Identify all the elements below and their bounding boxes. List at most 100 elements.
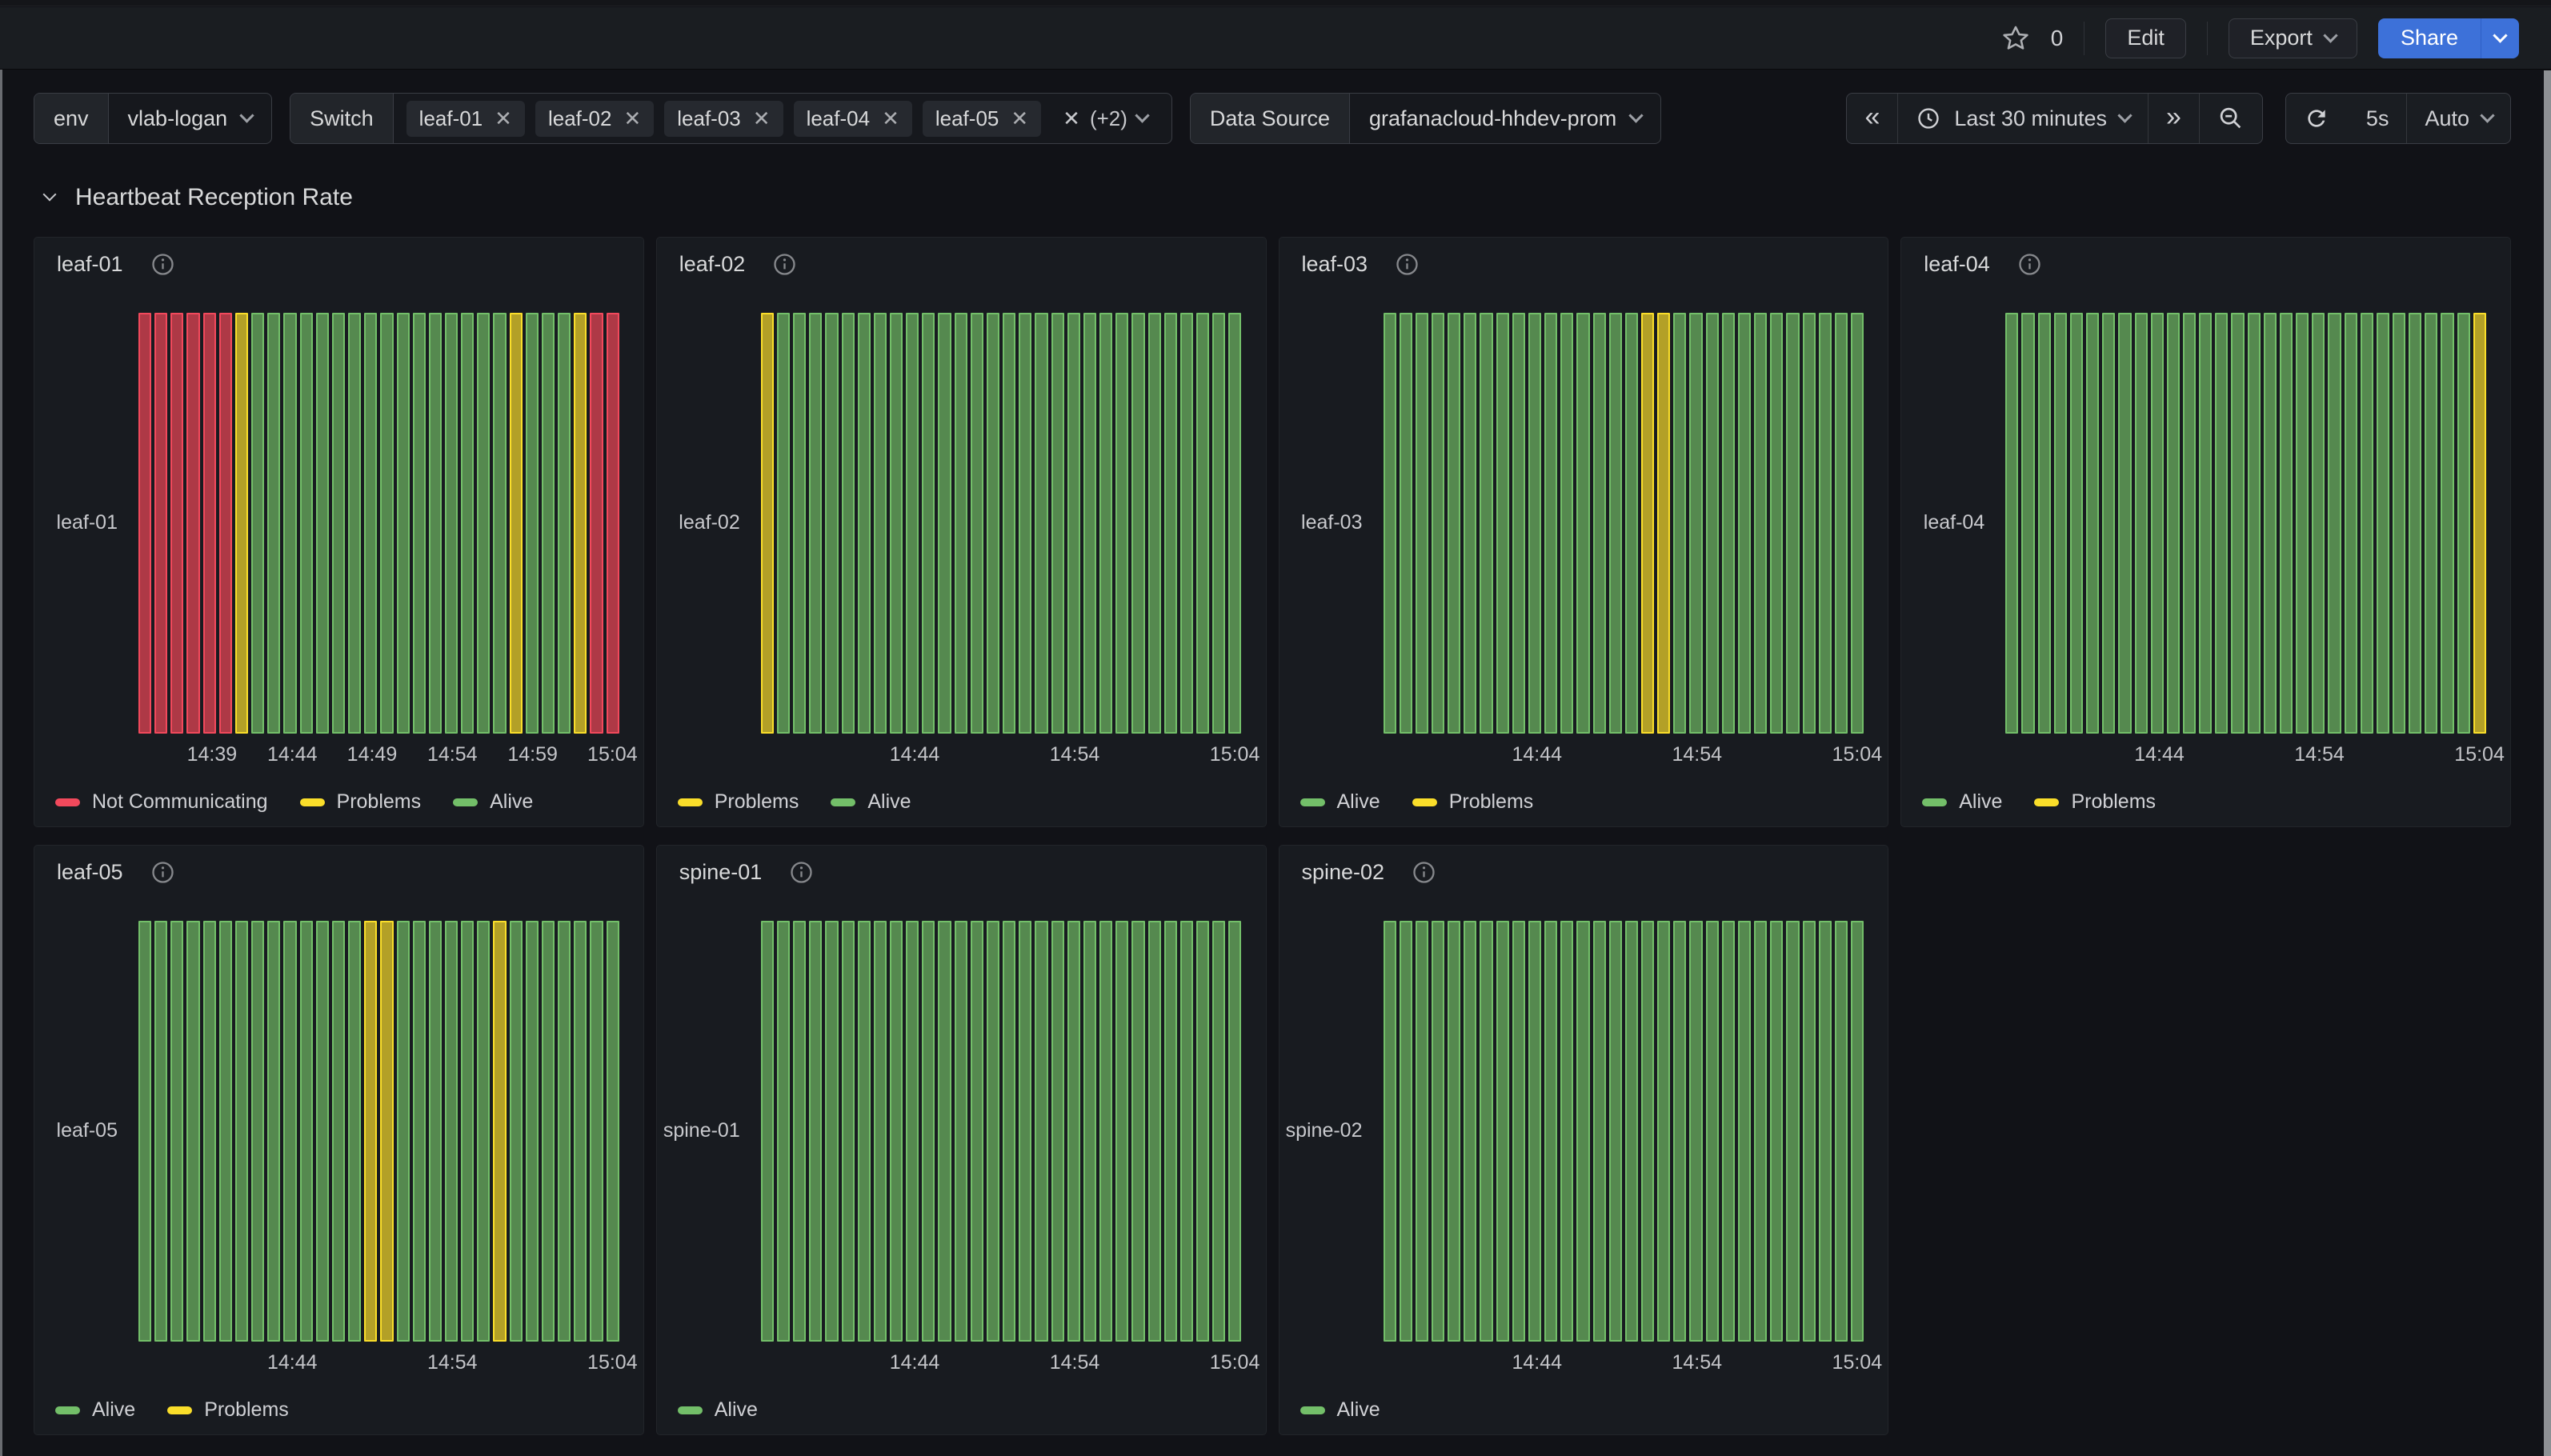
status-bar-alive[interactable] <box>1528 313 1541 734</box>
status-bar-alive[interactable] <box>1786 921 1799 1342</box>
status-bar-alive[interactable] <box>987 921 999 1342</box>
status-bar-alive[interactable] <box>1019 313 1031 734</box>
status-bar-alive[interactable] <box>2296 313 2309 734</box>
state-timeline-plot[interactable] <box>2005 313 2486 734</box>
status-bar-alive[interactable] <box>2312 313 2325 734</box>
legend-item-problems[interactable]: Problems <box>2034 790 2156 814</box>
status-bar-not_communicating[interactable] <box>607 313 619 734</box>
status-bar-alive[interactable] <box>1641 921 1654 1342</box>
status-bar-alive[interactable] <box>874 921 887 1342</box>
status-bar-alive[interactable] <box>1560 313 1573 734</box>
status-bar-alive[interactable] <box>558 313 571 734</box>
status-bar-alive[interactable] <box>2441 313 2453 734</box>
status-bar-alive[interactable] <box>1384 921 1396 1342</box>
status-bar-alive[interactable] <box>1212 921 1225 1342</box>
export-button[interactable]: Export <box>2229 18 2357 58</box>
status-bar-alive[interactable] <box>1083 313 1096 734</box>
status-bar-alive[interactable] <box>2248 313 2261 734</box>
status-bar-alive[interactable] <box>1689 921 1702 1342</box>
status-bar-problems[interactable] <box>2473 313 2486 734</box>
status-bar-alive[interactable] <box>2409 313 2421 734</box>
status-bar-alive[interactable] <box>1593 921 1606 1342</box>
status-bar-alive[interactable] <box>1228 313 1241 734</box>
legend-item-alive[interactable]: Alive <box>453 790 533 814</box>
status-bar-alive[interactable] <box>186 921 199 1342</box>
status-bar-alive[interactable] <box>251 921 264 1342</box>
status-bar-alive[interactable] <box>1051 313 1064 734</box>
status-bar-alive[interactable] <box>251 313 264 734</box>
status-bar-alive[interactable] <box>2102 313 2115 734</box>
status-bar-alive[interactable] <box>2425 313 2437 734</box>
panel-title[interactable]: spine-01 <box>679 860 763 885</box>
status-bar-alive[interactable] <box>1384 313 1396 734</box>
status-bar-alive[interactable] <box>2021 313 2034 734</box>
row-header-heartbeat-reception-rate[interactable]: Heartbeat Reception Rate <box>45 184 353 211</box>
panel-title[interactable]: leaf-04 <box>1924 252 1990 277</box>
status-bar-alive[interactable] <box>1400 313 1412 734</box>
status-bar-alive[interactable] <box>1496 313 1509 734</box>
state-timeline-plot[interactable] <box>138 921 619 1342</box>
status-bar-alive[interactable] <box>558 921 571 1342</box>
legend-item-problems[interactable]: Problems <box>678 790 799 814</box>
status-bar-alive[interactable] <box>1835 921 1848 1342</box>
status-bar-alive[interactable] <box>316 921 329 1342</box>
status-bar-alive[interactable] <box>1480 921 1492 1342</box>
status-bar-alive[interactable] <box>574 921 587 1342</box>
status-bar-alive[interactable] <box>2054 313 2067 734</box>
status-bar-alive[interactable] <box>397 921 410 1342</box>
status-bar-alive[interactable] <box>590 921 603 1342</box>
status-bar-alive[interactable] <box>1657 921 1670 1342</box>
state-timeline-plot[interactable] <box>1384 921 1864 1342</box>
status-bar-alive[interactable] <box>477 921 490 1342</box>
status-bar-alive[interactable] <box>219 921 232 1342</box>
status-bar-alive[interactable] <box>1003 921 1015 1342</box>
status-bar-alive[interactable] <box>825 313 838 734</box>
status-bar-not_communicating[interactable] <box>138 313 151 734</box>
status-bar-alive[interactable] <box>2361 313 2373 734</box>
status-bar-alive[interactable] <box>1480 313 1492 734</box>
panel-title[interactable]: leaf-03 <box>1302 252 1368 277</box>
status-bar-alive[interactable] <box>1051 921 1064 1342</box>
status-bar-alive[interactable] <box>858 921 871 1342</box>
status-bar-alive[interactable] <box>793 313 806 734</box>
time-range-picker[interactable]: Last 30 minutes <box>1897 94 2148 143</box>
status-bar-alive[interactable] <box>1131 921 1144 1342</box>
status-bar-alive[interactable] <box>380 313 393 734</box>
status-bar-alive[interactable] <box>1593 313 1606 734</box>
status-bar-alive[interactable] <box>154 921 167 1342</box>
status-bar-alive[interactable] <box>2167 313 2180 734</box>
status-bar-alive[interactable] <box>1722 921 1735 1342</box>
status-bar-alive[interactable] <box>842 313 855 734</box>
status-bar-alive[interactable] <box>1067 921 1080 1342</box>
state-timeline-plot[interactable] <box>761 921 1242 1342</box>
status-bar-alive[interactable] <box>2377 313 2389 734</box>
panel-title[interactable]: leaf-02 <box>679 252 746 277</box>
status-bar-alive[interactable] <box>1416 921 1428 1342</box>
status-bar-alive[interactable] <box>1754 921 1767 1342</box>
status-bar-alive[interactable] <box>1164 313 1177 734</box>
status-bar-alive[interactable] <box>348 921 361 1342</box>
info-icon[interactable] <box>150 252 175 277</box>
remove-tag-icon[interactable]: ✕ <box>623 108 641 129</box>
status-bar-alive[interactable] <box>203 921 216 1342</box>
star-icon[interactable] <box>2001 24 2030 53</box>
time-shift-forward-button[interactable]: » <box>2148 94 2199 143</box>
status-bar-alive[interactable] <box>1738 313 1751 734</box>
status-bar-alive[interactable] <box>906 921 919 1342</box>
status-bar-alive[interactable] <box>2038 313 2051 734</box>
status-bar-alive[interactable] <box>1464 921 1476 1342</box>
legend-item-alive[interactable]: Alive <box>1300 1398 1380 1422</box>
status-bar-alive[interactable] <box>1148 921 1161 1342</box>
status-bar-alive[interactable] <box>1835 313 1848 734</box>
status-bar-alive[interactable] <box>971 313 983 734</box>
status-bar-alive[interactable] <box>1576 313 1589 734</box>
status-bar-problems[interactable] <box>510 313 523 734</box>
status-bar-problems[interactable] <box>761 313 774 734</box>
info-icon[interactable] <box>150 860 175 885</box>
status-bar-alive[interactable] <box>890 921 903 1342</box>
status-bar-alive[interactable] <box>2151 313 2164 734</box>
status-bar-alive[interactable] <box>283 313 296 734</box>
legend-item-alive[interactable]: Alive <box>831 790 911 814</box>
status-bar-alive[interactable] <box>1706 313 1719 734</box>
status-bar-alive[interactable] <box>1019 921 1031 1342</box>
